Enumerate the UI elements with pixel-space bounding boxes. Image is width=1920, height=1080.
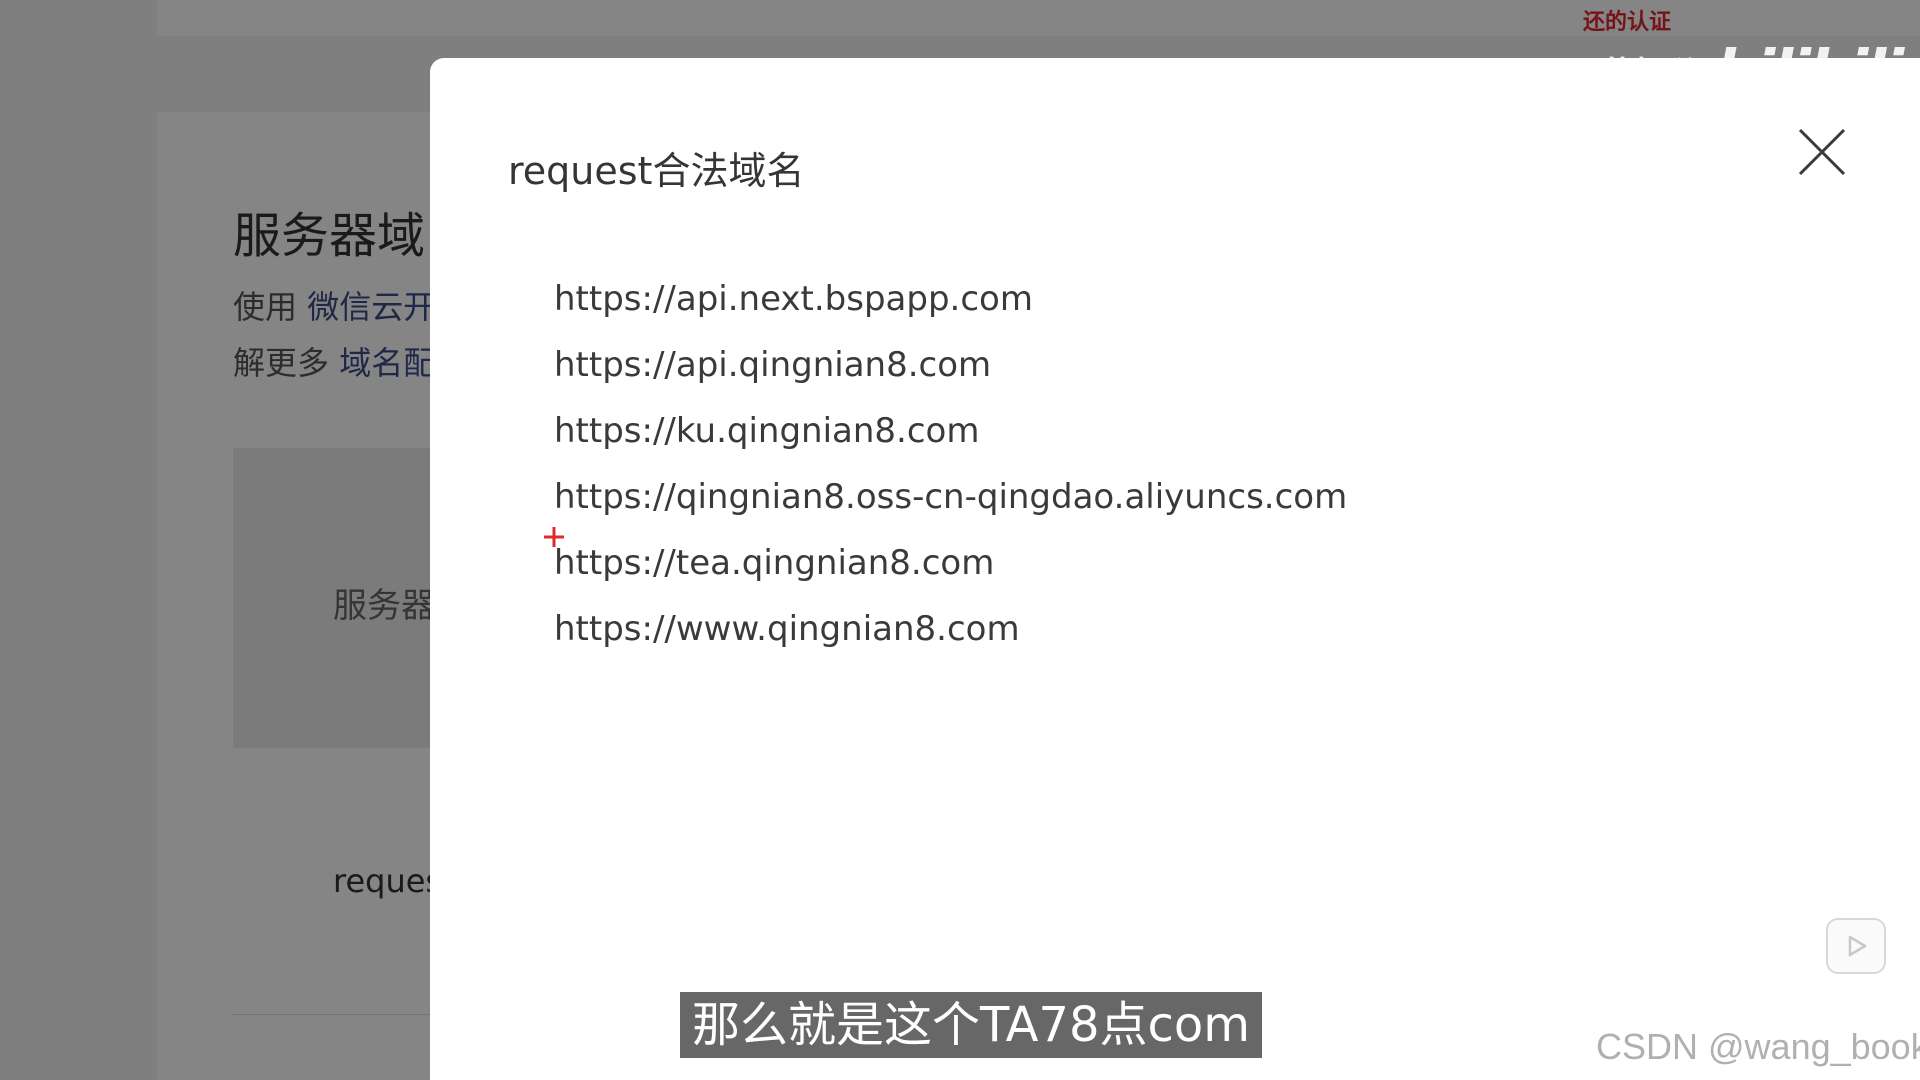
domain-item: https://qingnian8.oss-cn-qingdao.aliyunc… — [554, 477, 1348, 517]
play-icon — [1848, 935, 1867, 957]
close-icon — [1798, 128, 1846, 176]
domain-dialog: request合法域名 https://api.next.bspapp.com … — [430, 58, 1920, 1080]
csdn-watermark: CSDN @wang_book — [1596, 1026, 1920, 1067]
close-button[interactable] — [1792, 122, 1852, 182]
play-button[interactable] — [1826, 918, 1886, 974]
domain-item: https://api.qingnian8.com — [554, 345, 992, 385]
domain-list: https://api.next.bspapp.com https://api.… — [554, 266, 1347, 662]
domain-item: https://www.qingnian8.com — [554, 609, 1020, 649]
domain-item: https://tea.qingnian8.com — [554, 543, 995, 583]
crosshair-cursor-icon — [543, 526, 565, 548]
video-subtitle: 那么就是这个TA78点com — [680, 992, 1263, 1058]
domain-item: https://ku.qingnian8.com — [554, 411, 980, 451]
domain-item: https://api.next.bspapp.com — [554, 279, 1033, 319]
dialog-title: request合法域名 — [508, 149, 805, 193]
